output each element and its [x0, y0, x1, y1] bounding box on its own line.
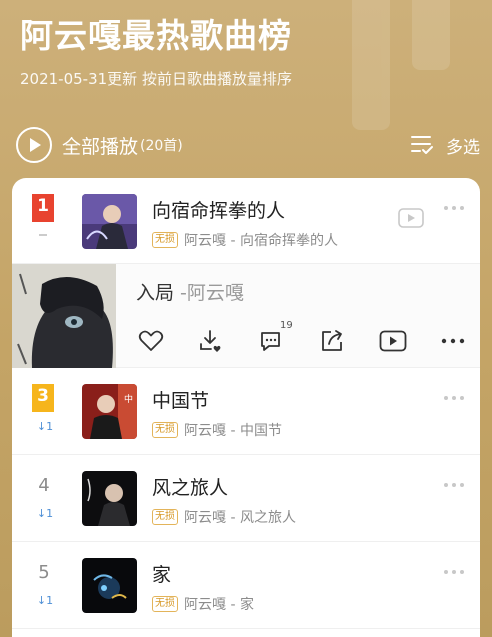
rank-number: 5: [38, 562, 50, 583]
video-play-icon: [379, 330, 406, 352]
song-subtitle: 无损 阿云嘎 - 向宿命挥拳的人: [152, 230, 338, 250]
comment-button[interactable]: 19: [257, 320, 293, 356]
lossless-badge: 无损: [152, 232, 178, 248]
more-options-icon[interactable]: [444, 483, 464, 487]
song-subtitle: 无损 阿云嘎 - 家: [152, 594, 254, 614]
song-actions: 19: [136, 320, 468, 356]
multi-select-label: 多选: [446, 137, 480, 158]
song-title: 风之旅人: [152, 477, 229, 499]
play-icon: [30, 138, 41, 152]
share-button[interactable]: [317, 326, 347, 356]
download-icon: [200, 330, 221, 352]
song-row[interactable]: 5 ↓1 家 无损 阿云嘎 - 家: [12, 542, 480, 629]
header: 阿云嘎最热歌曲榜 2021-05-31更新 按前日歌曲播放量排序: [20, 10, 472, 89]
song-subtitle: 无损 阿云嘎 - 中国节: [152, 420, 282, 440]
mv-play-icon[interactable]: [398, 208, 424, 228]
album-cover: [82, 558, 137, 613]
play-all-label[interactable]: 全部播放: [62, 132, 138, 159]
song-subtitle: 无损 阿云嘎 - 风之旅人: [152, 507, 296, 527]
song-title: 中国节: [152, 390, 210, 412]
lossless-badge: 无损: [152, 509, 178, 525]
download-button[interactable]: [196, 326, 226, 356]
song-artist-album: 阿云嘎 - 家: [184, 597, 254, 613]
album-cover: [82, 471, 137, 526]
page-title: 阿云嘎最热歌曲榜: [20, 16, 292, 55]
lossless-badge: 无损: [152, 596, 178, 612]
song-artist-album: 阿云嘎 - 风之旅人: [184, 510, 296, 526]
song-row[interactable]: 1 向宿命挥拳的人 无损 阿云嘎 - 向宿命挥拳的人: [12, 178, 480, 264]
more-options-icon[interactable]: [438, 326, 468, 356]
comment-icon: [260, 332, 280, 351]
page-subtitle: 2021-05-31更新 按前日歌曲播放量排序: [20, 70, 292, 88]
song-title-line: 入局 -阿云嘎: [136, 278, 244, 305]
rank-change: ↓1: [36, 594, 54, 607]
multi-select-icon: [411, 136, 433, 154]
rank-badge: 3: [32, 384, 54, 412]
song-title: 入局: [136, 282, 175, 304]
share-icon: [322, 330, 343, 351]
svg-text:中: 中: [124, 393, 133, 405]
song-artist-album: 阿云嘎 - 中国节: [184, 423, 282, 439]
song-row-expanded[interactable]: 入局 -阿云嘎 19: [12, 264, 480, 368]
song-list: 1 向宿命挥拳的人 无损 阿云嘎 - 向宿命挥拳的人 入局 -阿云嘎 19 3 …: [12, 178, 480, 637]
more-options-icon[interactable]: [444, 206, 464, 210]
album-cover: 中: [82, 384, 137, 439]
rank-change: ↓1: [36, 507, 54, 520]
rank-unchanged-indicator: [39, 234, 47, 236]
heart-icon: [138, 330, 164, 351]
rank-number: 4: [38, 475, 50, 496]
rank-change: ↓1: [36, 420, 54, 433]
mv-button[interactable]: [378, 326, 408, 356]
song-title: 向宿命挥拳的人: [152, 200, 286, 222]
play-bar: 全部播放 (20首) 多选: [16, 126, 480, 164]
play-all-count: (20首): [140, 138, 183, 154]
song-title: 家: [152, 564, 172, 586]
more-options-icon[interactable]: [444, 396, 464, 400]
comment-count: 19: [280, 320, 293, 331]
more-options-icon[interactable]: [444, 570, 464, 574]
like-button[interactable]: [136, 326, 166, 356]
song-row[interactable]: 3 ↓1 中 中国节 无损 阿云嘎 - 中国节: [12, 368, 480, 455]
album-cover: [82, 194, 137, 249]
rank-badge: 1: [32, 194, 54, 222]
lossless-badge: 无损: [152, 422, 178, 438]
album-cover: [12, 264, 116, 368]
song-artist-album: 阿云嘎 - 向宿命挥拳的人: [184, 233, 338, 249]
multi-select-button[interactable]: 多选: [410, 133, 480, 158]
song-artist: -阿云嘎: [174, 282, 244, 304]
play-all-button[interactable]: [16, 127, 52, 163]
song-row[interactable]: 4 ↓1 风之旅人 无损 阿云嘎 - 风之旅人: [12, 455, 480, 542]
